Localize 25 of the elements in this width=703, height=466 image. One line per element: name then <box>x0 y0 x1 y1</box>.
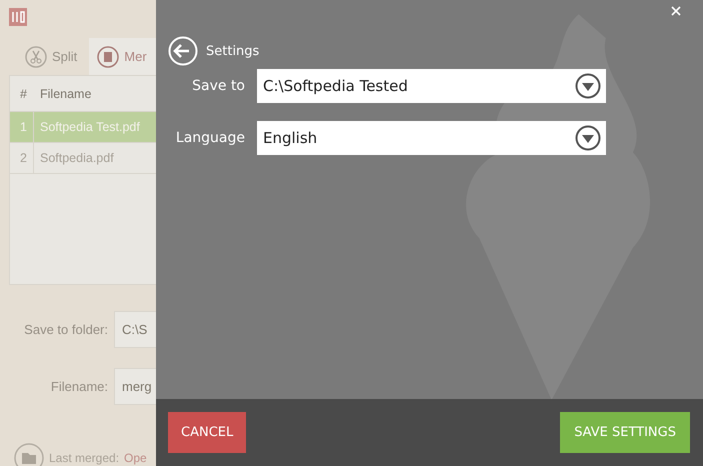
dropdown-icon <box>575 73 601 99</box>
tab[interactable]: Split <box>9 38 90 75</box>
field-label: Save to folder: <box>23 322 108 337</box>
document-icon <box>97 46 120 68</box>
setting-label: Language <box>174 130 246 146</box>
scissors-icon <box>25 46 47 68</box>
dropdown-field[interactable]: English <box>257 121 606 155</box>
column-header: Filename <box>39 86 92 100</box>
column-header: # <box>19 86 28 102</box>
filename-field[interactable]: merg <box>114 368 156 405</box>
dropdown-icon <box>575 125 601 151</box>
status-text: Last merged: <box>49 451 120 465</box>
app-logo-icon <box>9 8 27 26</box>
settings-title: Settings <box>206 44 260 58</box>
action-button[interactable]: SAVE SETTINGS <box>560 412 690 453</box>
close-icon[interactable] <box>671 6 681 16</box>
setting-label: Save to <box>191 78 246 94</box>
open-link[interactable]: Ope <box>124 451 147 465</box>
field-label: Filename: <box>50 379 108 394</box>
back-icon[interactable] <box>168 36 198 66</box>
action-button[interactable]: CANCEL <box>168 412 246 453</box>
dropdown-field[interactable]: C:\Softpedia Tested <box>257 69 606 103</box>
tab[interactable]: Mer <box>89 38 156 75</box>
table-row[interactable]: 1 Softpedia Test.pdf <box>10 112 156 143</box>
folder-field[interactable]: C:\S <box>114 311 156 348</box>
